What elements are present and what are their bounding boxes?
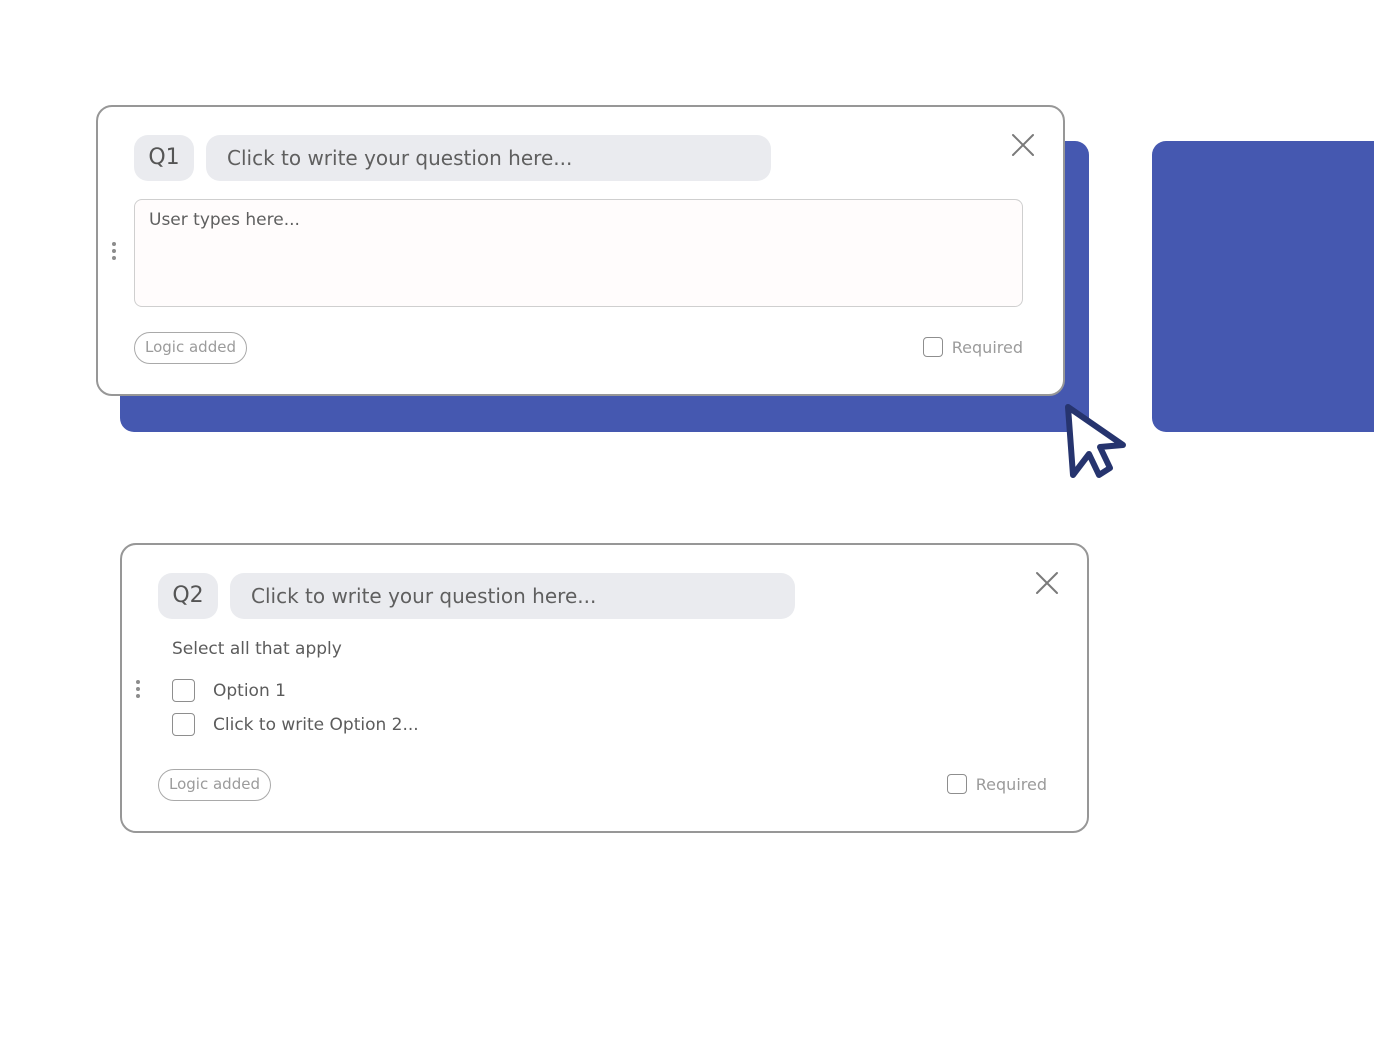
question-number-badge: Q2 <box>158 573 218 619</box>
mouse-cursor-icon <box>1065 404 1126 478</box>
required-checkbox[interactable] <box>922 337 943 357</box>
question-number-badge: Q1 <box>134 135 194 181</box>
close-icon[interactable] <box>1035 571 1059 595</box>
required-label: Required <box>951 337 1023 357</box>
required-toggle[interactable]: Required <box>946 774 1047 794</box>
question-card-q2[interactable]: Q2 Click to write your question here... … <box>120 543 1089 833</box>
option-checkbox[interactable] <box>172 713 195 736</box>
option-item[interactable]: Option 1 <box>172 679 286 702</box>
close-icon[interactable] <box>1011 133 1035 157</box>
required-label: Required <box>975 774 1047 794</box>
question-title-input[interactable]: Click to write your question here... <box>206 135 771 181</box>
question-card-q1[interactable]: Q1 Click to write your question here... … <box>96 105 1065 396</box>
question-title-input[interactable]: Click to write your question here... <box>230 573 795 619</box>
drag-handle-icon[interactable] <box>112 242 116 260</box>
logic-added-badge[interactable]: Logic added <box>158 769 271 801</box>
required-checkbox[interactable] <box>946 774 967 794</box>
required-toggle[interactable]: Required <box>922 337 1023 357</box>
logic-added-badge[interactable]: Logic added <box>134 332 247 364</box>
option-label[interactable]: Option 1 <box>213 681 286 701</box>
answer-textarea[interactable]: User types here... <box>134 199 1023 307</box>
drop-zone-highlight-side <box>1152 141 1374 432</box>
option-item[interactable]: Click to write Option 2... <box>172 713 419 736</box>
drag-handle-icon[interactable] <box>136 680 140 698</box>
select-instruction: Select all that apply <box>172 639 342 659</box>
option-checkbox[interactable] <box>172 679 195 702</box>
canvas: Q1 Click to write your question here... … <box>0 0 1374 1044</box>
option-label[interactable]: Click to write Option 2... <box>213 715 419 735</box>
